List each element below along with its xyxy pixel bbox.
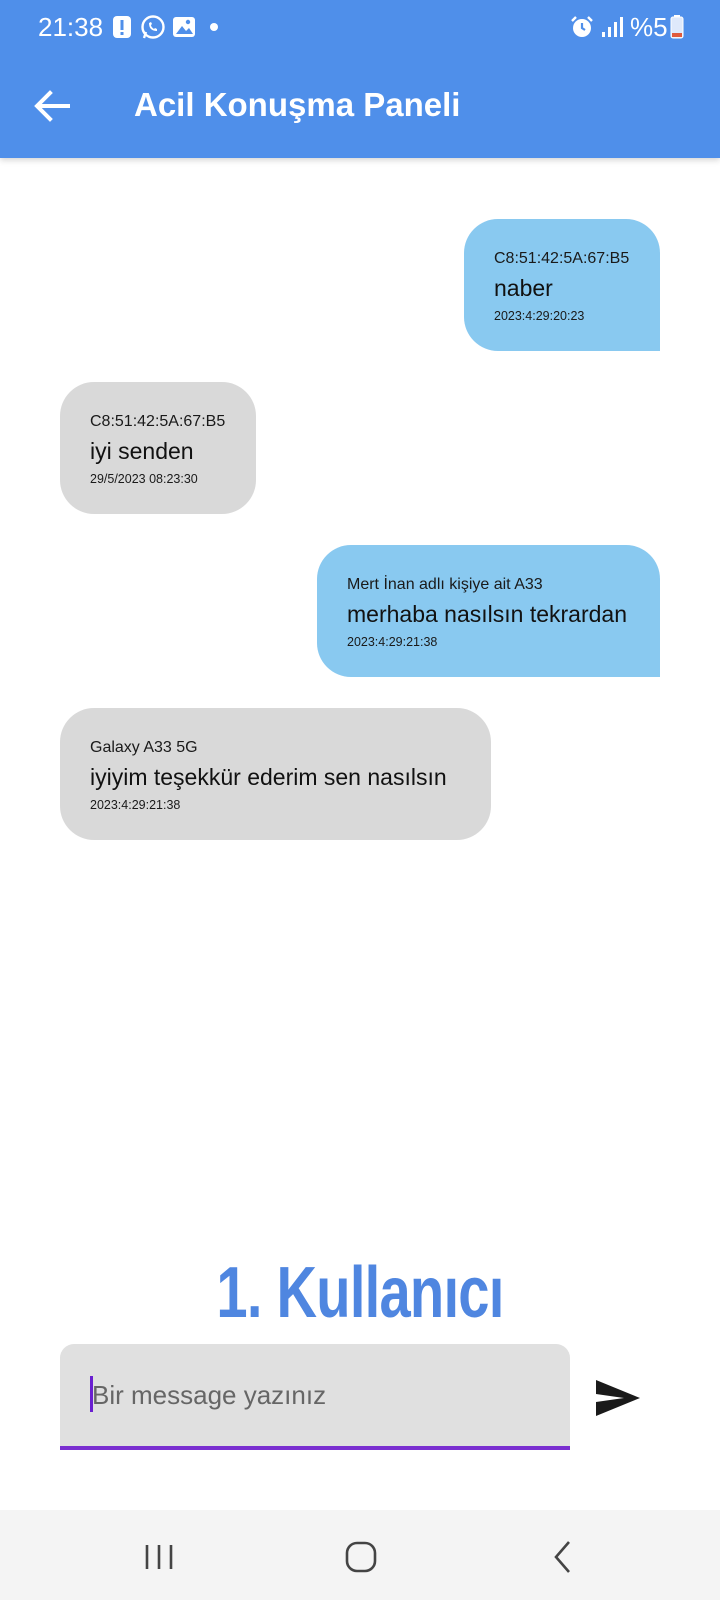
- message-timestamp: 29/5/2023 08:23:30: [90, 472, 198, 486]
- message-timestamp: 2023:4:29:21:38: [90, 798, 181, 812]
- message-sender: C8:51:42:5A:67:B5: [494, 250, 630, 267]
- message-text: iyi senden: [90, 438, 194, 464]
- send-icon[interactable]: [590, 1370, 646, 1426]
- message-text: naber: [494, 275, 553, 301]
- signal-icon: [602, 17, 623, 37]
- whatsapp-icon: [141, 15, 165, 39]
- message-sender: Mert İnan adlı kişiye ait A33: [347, 576, 543, 593]
- home-icon[interactable]: [336, 1536, 386, 1578]
- dot-icon: [210, 23, 218, 31]
- message-timestamp: 2023:4:29:21:38: [347, 635, 438, 649]
- gallery-icon: [173, 17, 195, 37]
- message-timestamp: 2023:4:29:20:23: [494, 309, 585, 323]
- message-sender: Galaxy A33 5G: [90, 739, 198, 756]
- status-time: 21:38: [38, 12, 104, 42]
- message-text: merhaba nasılsın tekrardan: [347, 601, 627, 627]
- system-nav-bar: [0, 1510, 720, 1600]
- message-bubble-received[interactable]: C8:51:42:5A:67:B5 iyi senden 29/5/2023 0…: [60, 382, 256, 514]
- status-bar: 21:38 %5: [0, 0, 720, 54]
- recent-apps-icon[interactable]: [134, 1536, 184, 1578]
- message-bubble-received[interactable]: Galaxy A33 5G iyiyim teşekkür ederim sen…: [60, 708, 491, 840]
- arrow-back-icon[interactable]: [30, 84, 74, 128]
- user-caption: 1. Kullanıcı: [216, 1253, 504, 1333]
- battery-percent: %5: [630, 12, 668, 42]
- app-header: 21:38 %5 Acil Konuşma Paneli: [0, 0, 720, 158]
- message-input-placeholder: Bir message yazınız: [92, 1380, 327, 1410]
- message-text: iyiyim teşekkür ederim sen nasılsın: [90, 764, 447, 790]
- alarm-icon: [571, 16, 593, 37]
- page-title: Acil Konuşma Paneli: [134, 86, 461, 123]
- battery-icon: [670, 15, 684, 39]
- message-input[interactable]: Bir message yazınız: [60, 1344, 570, 1450]
- back-icon[interactable]: [538, 1536, 588, 1578]
- message-bubble-sent[interactable]: C8:51:42:5A:67:B5 naber 2023:4:29:20:23: [464, 219, 660, 351]
- alert-icon: [113, 16, 131, 38]
- message-sender: C8:51:42:5A:67:B5: [90, 413, 226, 430]
- message-bubble-sent[interactable]: Mert İnan adlı kişiye ait A33 merhaba na…: [317, 545, 660, 677]
